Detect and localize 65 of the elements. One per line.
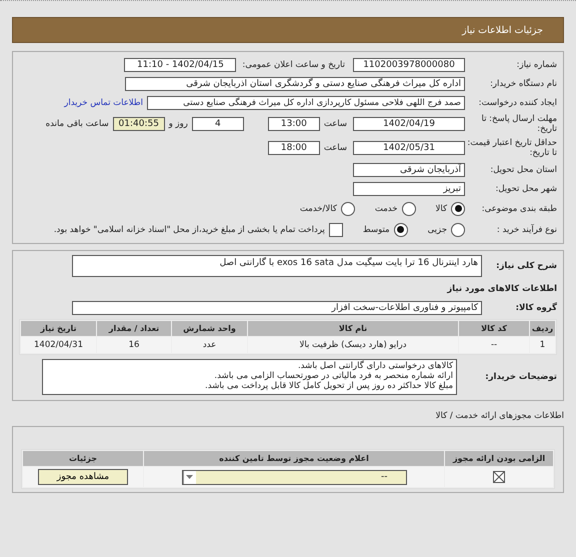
announce-date-field[interactable]: 1402/04/15 - 11:10 (124, 58, 236, 72)
radio-button[interactable] (394, 222, 408, 236)
field-label: حداقل تاریخ اعتبار قیمت: تا تاریخ: (466, 138, 557, 158)
field-label: نوع فرآیند خرید : (496, 224, 557, 234)
days-field[interactable]: 4 (192, 117, 244, 131)
radio-label: خدمت (374, 204, 398, 214)
column-header: تاریخ نیاز (21, 321, 96, 336)
field-label: شماره نیاز: (516, 60, 557, 70)
table-cell: 16 (97, 337, 171, 353)
column-header: جزئیات (23, 451, 143, 466)
field-label: توضیحات خریدار: (484, 372, 557, 382)
table-cell: 1402/04/31 (21, 337, 96, 353)
table-cell: 1 (530, 337, 555, 353)
section-title: اطلاعات کالاهای مورد نیاز (447, 284, 557, 294)
radio-label: متوسط (362, 224, 390, 234)
need-number-field[interactable]: 1102003978000080 (353, 58, 465, 72)
checkbox-label: پرداخت تمام یا بخشی از مبلغ خرید،از محل "اسناد خزانه اسلامی" خواهد بود. (54, 224, 325, 234)
goods-group-field[interactable]: کامپیوتر و فناوری اطلاعات-سخت افزار (72, 301, 482, 315)
validity-date-field[interactable]: 1402/05/31 (353, 141, 465, 155)
remaining-time-field: 01:40:55 (112, 117, 165, 131)
field-label: گروه کالا: (514, 303, 557, 313)
field-label: شهر محل تحویل: (494, 184, 557, 194)
radio-button[interactable] (451, 202, 465, 216)
notes-field[interactable]: کالاهای درخواستی دارای گارانتی اصل باشد. ارائه شماره منحصر به فرد مالیاتی در صورتحساب الزامی می باشد. مبلغ کالا حداکثر ده روز پس از تحویل کامل کالا قابل پرداخت می باشد. (42, 359, 457, 395)
field-label: ساعت (324, 143, 347, 153)
field-label: شرح کلی نیاز: (495, 261, 557, 271)
radio-button[interactable] (340, 202, 355, 216)
field-label: مهلت ارسال پاسخ: تا تاریخ: (480, 114, 557, 134)
summary-field[interactable]: هارد اینترنال 16 ترا بایت سیگیت مدل exos 16 sata با گارانتی اصل (72, 255, 482, 277)
buyer-field[interactable]: اداره کل میراث فرهنگی صنایع دستی و گردشگری استان اذربایجان شرقی (125, 76, 465, 90)
radio-label: کالا (436, 204, 447, 214)
field-label: ایجاد کننده درخواست: (478, 98, 557, 108)
table-cell: درایو (هارد دیسک) ظرفیت بالا (248, 337, 458, 353)
radio-button[interactable] (451, 222, 465, 236)
column-header: نام کالا (248, 321, 458, 336)
column-header: تعداد / مقدار (97, 321, 171, 336)
status-dropdown[interactable]: -- (182, 470, 406, 484)
field-label: روز و (168, 119, 188, 129)
table-cell: -- (459, 337, 529, 353)
field-label: نام دستگاه خریدار: (489, 78, 557, 88)
radio-button[interactable] (402, 202, 416, 216)
caret-icon (186, 475, 193, 479)
deadline-time-field[interactable]: 13:00 (268, 117, 320, 131)
table-cell: عدد (172, 337, 247, 353)
column-header: ردیف (530, 321, 555, 336)
column-header: الزامی بودن ارائه مجوز (445, 451, 553, 466)
field-label: تاریخ و ساعت اعلان عمومی: (242, 60, 345, 70)
field-label: استان محل تحویل: (489, 164, 557, 174)
field-label: طبقه بندی موضوعی: (480, 204, 557, 214)
view-permit-button[interactable]: مشاهده مجوز (38, 469, 128, 485)
radio-label: جزیی (428, 224, 447, 234)
contact-link[interactable]: اطلاعات تماس خریدار (64, 98, 143, 108)
validity-time-field[interactable]: 18:00 (268, 141, 320, 155)
city-field[interactable]: تبریز (353, 182, 465, 196)
column-header: اعلام وضعیت مجوز توسط تامین کننده (144, 451, 444, 466)
deadline-date-field[interactable]: 1402/04/19 (353, 117, 465, 131)
checkbox[interactable] (328, 222, 343, 236)
creator-field[interactable]: صمد فرج اللهی فلاحی مسئول کارپردازی اداره کل میراث فرهنگی صنایع دستی (147, 96, 465, 110)
column-header: واحد شمارش (172, 321, 247, 336)
page-header: جزئیات اطلاعات نیاز (12, 17, 564, 43)
column-header: کد کالا (459, 321, 529, 336)
field-label: ساعت باقی مانده (46, 119, 109, 129)
radio-label: کالا/خدمت (300, 204, 337, 214)
field-label: ساعت (324, 119, 347, 129)
section-title: اطلاعات مجوزهای ارائه خدمت / کالا (436, 410, 564, 420)
